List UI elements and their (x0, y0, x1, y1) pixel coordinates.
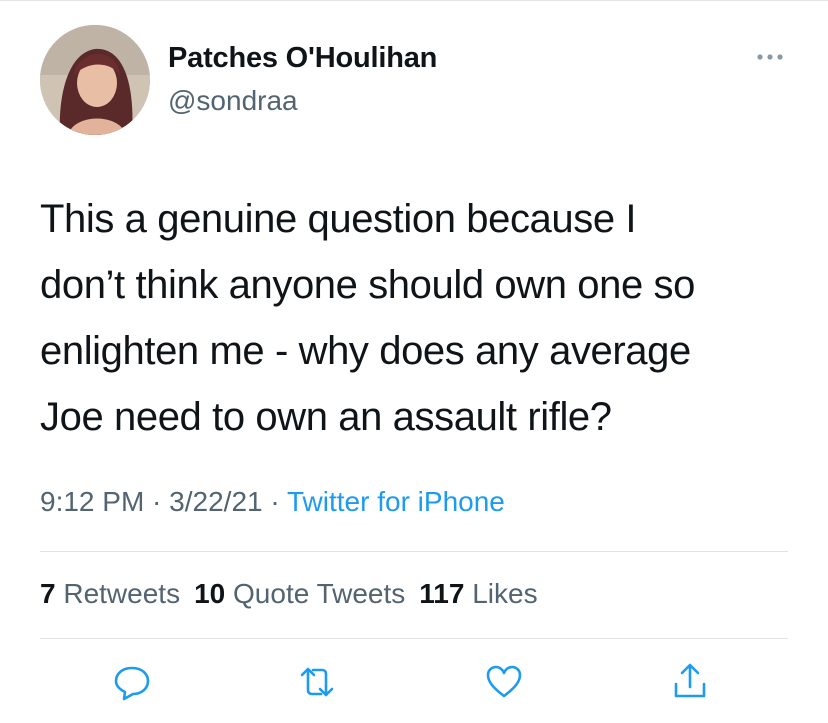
divider (40, 638, 788, 639)
meta-separator: · (262, 486, 287, 517)
likes-label: Likes (472, 578, 538, 609)
more-horizontal-icon[interactable] (752, 47, 792, 67)
tweet-text: This a genuine question because I don’t … (40, 186, 800, 450)
retweet-icon[interactable] (295, 660, 339, 704)
tweet-source[interactable]: Twitter for iPhone (287, 486, 505, 517)
quotes-stat[interactable]: 10 Quote Tweets (194, 578, 405, 609)
tweet-meta: 9:12 PM · 3/22/21 · Twitter for iPhone (40, 486, 505, 518)
divider (40, 551, 788, 552)
action-bar (0, 660, 828, 710)
tweet-line: enlighten me - why does any average (40, 329, 691, 373)
author-handle[interactable]: @sondraa (168, 85, 298, 117)
top-divider (0, 0, 828, 1)
tweet-line: This a genuine question because I (40, 197, 637, 241)
quotes-label: Quote Tweets (233, 578, 406, 609)
tweet-line: don’t think anyone should own one so (40, 263, 695, 307)
tweet-date[interactable]: 3/22/21 (169, 486, 262, 517)
quotes-count: 10 (194, 578, 226, 609)
reply-bubble-icon[interactable] (110, 660, 154, 704)
likes-count: 117 (419, 578, 465, 609)
tweet-time[interactable]: 9:12 PM (40, 486, 144, 517)
share-icon[interactable] (668, 660, 712, 704)
avatar-photo (40, 25, 150, 135)
author-name[interactable]: Patches O'Houlihan (168, 42, 437, 75)
retweets-label: Retweets (63, 578, 181, 609)
retweets-count: 7 (40, 578, 56, 609)
engagement-stats: 7 Retweets 10 Quote Tweets 117 Likes (40, 578, 538, 610)
meta-separator: · (144, 486, 170, 517)
avatar[interactable] (40, 25, 150, 135)
likes-stat[interactable]: 117 Likes (419, 578, 537, 609)
retweets-stat[interactable]: 7 Retweets (40, 578, 180, 609)
heart-icon[interactable] (482, 660, 526, 704)
tweet-line: Joe need to own an assault rifle? (40, 395, 612, 439)
